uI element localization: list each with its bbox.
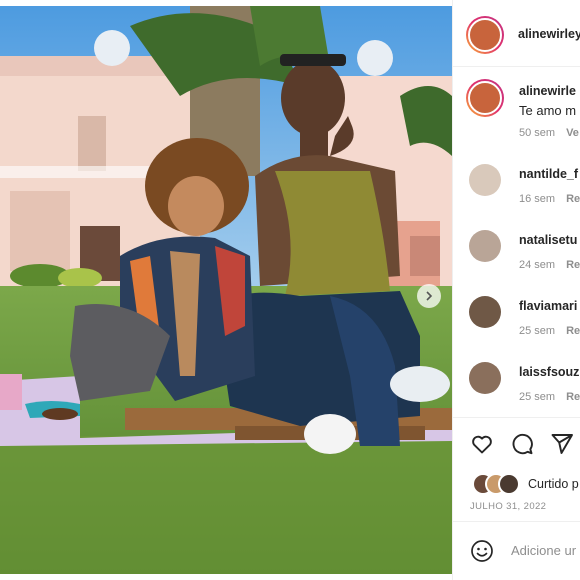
add-comment-bar [453,521,580,579]
likes-summary[interactable]: Curtido p [528,477,579,491]
post-date: JULHO 31, 2022 [470,501,547,512]
reply-link[interactable]: Re [566,391,580,403]
post-actions: Curtido p JULHO 31, 2022 [453,417,580,578]
comment-username[interactable]: laissfsouz [519,365,579,379]
caption-meta: 50 sem Ve [519,127,579,139]
commenter-avatar[interactable] [469,164,501,196]
speech-bubble-icon[interactable] [510,432,534,456]
comment-meta: 25 sem Re [519,325,580,337]
comment-input[interactable] [509,542,580,559]
comment-age: 25 sem [519,391,556,403]
post-side-panel: alinewirley alinewirle Te amo m 50 sem Ve… [452,0,580,580]
caption-text: Te amo m [519,103,577,118]
comment-username[interactable]: flaviamari [519,299,577,313]
caption-action-link[interactable]: Ve [566,127,579,139]
post-photo[interactable] [0,6,452,574]
comment-age: 25 sem [519,325,556,337]
comment-meta: 16 sem Re [519,193,580,205]
comment-meta: 25 sem Re [519,391,580,403]
chevron-right-icon [426,291,433,301]
post-header: alinewirley [453,0,580,67]
heart-icon[interactable] [470,432,494,456]
caption-username[interactable]: alinewirle [519,84,576,98]
commenter-avatar[interactable] [469,230,501,262]
author-username[interactable]: alinewirley [518,27,580,41]
comment-age: 24 sem [519,259,556,271]
caption-avatar[interactable] [466,79,504,117]
liker-avatar[interactable] [498,473,520,495]
caption-age: 50 sem [519,127,556,139]
reply-link[interactable]: Re [566,325,580,337]
comment-meta: 24 sem Re [519,259,580,271]
comment-username[interactable]: nantilde_f [519,167,578,181]
commenter-avatar[interactable] [469,296,501,328]
commenter-avatar[interactable] [469,362,501,394]
next-image-button[interactable] [417,284,441,308]
paper-plane-icon[interactable] [550,432,574,456]
reply-link[interactable]: Re [566,259,580,271]
author-avatar[interactable] [466,16,504,54]
reply-link[interactable]: Re [566,193,580,205]
comment-age: 16 sem [519,193,556,205]
comment-username[interactable]: natalisetu [519,233,577,247]
photo-illustration [0,6,452,574]
smiley-icon[interactable] [470,539,494,563]
